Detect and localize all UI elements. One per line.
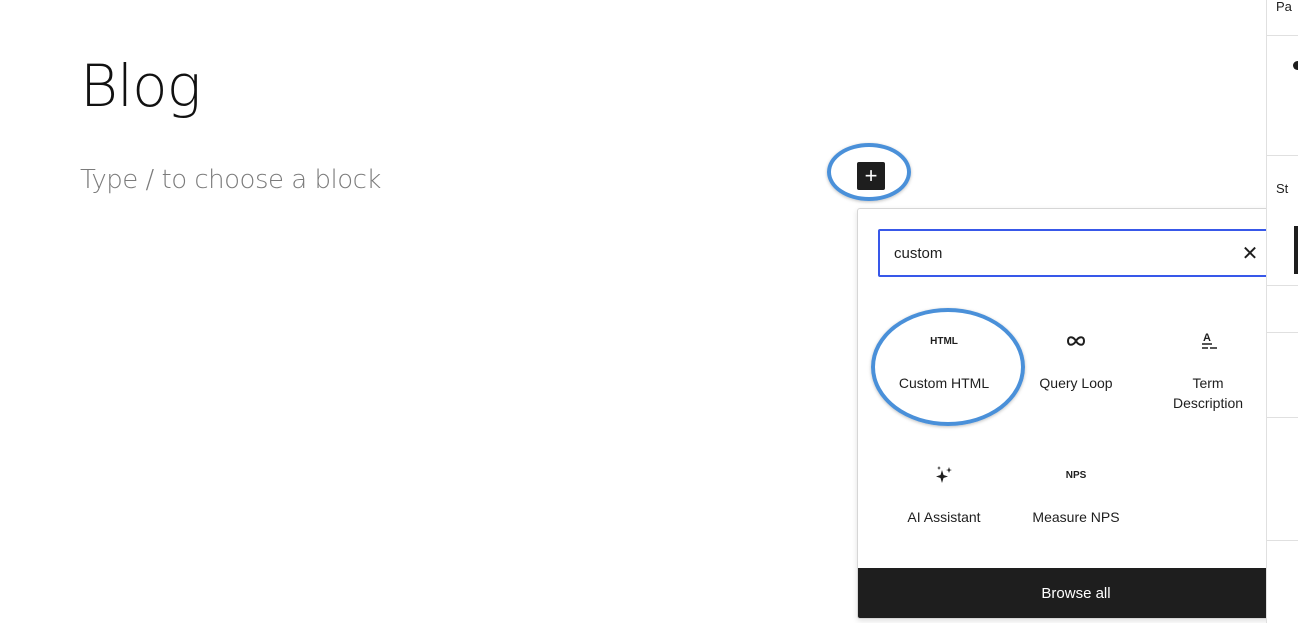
block-search-input[interactable] — [880, 231, 1230, 275]
block-item-measure-nps[interactable]: NPS Measure NPS — [1010, 461, 1142, 527]
nps-icon: NPS — [1065, 469, 1087, 481]
sparkles-icon — [933, 461, 955, 489]
sidebar-divider — [1267, 417, 1298, 418]
block-inserter-toggle-button[interactable]: + — [857, 162, 885, 190]
term-description-icon: A — [1197, 327, 1219, 355]
settings-sidebar: Pa St — [1266, 0, 1298, 623]
block-item-query-loop[interactable]: Query Loop — [1010, 327, 1142, 393]
sidebar-section-label: St — [1276, 181, 1289, 196]
block-item-term-description[interactable]: A Term Description — [1142, 327, 1274, 413]
block-item-label: Term Description — [1172, 375, 1244, 411]
html-icon: HTML — [930, 335, 958, 347]
svg-text:A: A — [1203, 332, 1211, 344]
block-search-field: ✕ — [878, 229, 1272, 277]
sidebar-divider — [1267, 540, 1298, 541]
post-title[interactable]: Blog — [80, 52, 201, 120]
clear-search-button[interactable]: ✕ — [1230, 231, 1270, 275]
sidebar-tab-label[interactable]: Pa — [1276, 0, 1292, 14]
browse-all-button[interactable]: Browse all — [858, 568, 1294, 618]
sidebar-divider — [1267, 35, 1298, 36]
block-item-label: Custom HTML — [898, 375, 990, 391]
block-inserter-popover: ✕ HTML Custom HTML Query Loop A Term Des… — [857, 208, 1295, 619]
sidebar-divider — [1267, 332, 1298, 333]
sidebar-divider — [1267, 285, 1298, 286]
block-item-label: AI Assistant — [907, 509, 981, 525]
sidebar-control[interactable] — [1294, 226, 1298, 274]
block-item-custom-html[interactable]: HTML Custom HTML — [878, 327, 1010, 393]
sidebar-divider — [1267, 155, 1298, 156]
block-placeholder[interactable]: Type / to choose a block — [80, 165, 381, 195]
loop-icon — [1065, 327, 1087, 355]
block-item-label: Measure NPS — [1032, 509, 1120, 525]
plus-icon: + — [864, 163, 878, 188]
block-item-label: Query Loop — [1039, 375, 1113, 391]
block-item-ai-assistant[interactable]: AI Assistant — [878, 461, 1010, 527]
status-dot-icon — [1293, 61, 1298, 70]
